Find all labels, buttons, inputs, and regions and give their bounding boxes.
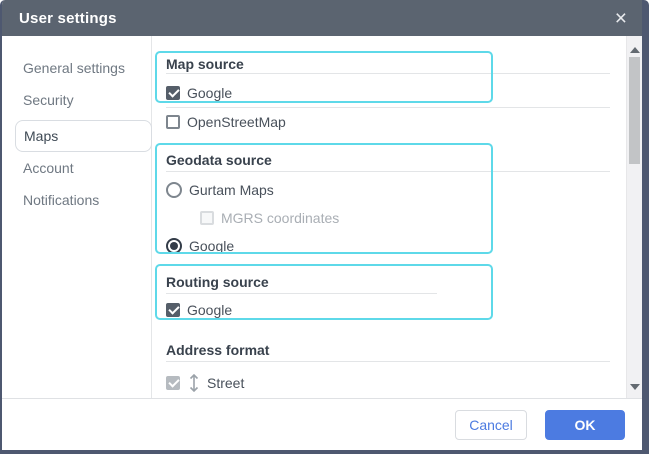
settings-nav: General settings Security Maps Account N… [2, 36, 152, 398]
sidebar-item-account[interactable]: Account [2, 152, 151, 184]
option-google-routing[interactable]: Google [166, 296, 626, 324]
option-label: OpenStreetMap [187, 114, 286, 130]
section-title-map-source: Map source [166, 55, 626, 73]
sidebar-item-notifications[interactable]: Notifications [2, 184, 151, 216]
sidebar-item-label: Maps [24, 128, 58, 144]
checkbox-checked-icon[interactable] [166, 303, 180, 317]
cancel-button[interactable]: Cancel [455, 410, 527, 440]
option-google-geodata[interactable]: Google [166, 232, 626, 260]
option-label: MGRS coordinates [221, 210, 339, 226]
checkbox-disabled-icon [200, 211, 214, 225]
section-title-address-format: Address format [166, 341, 626, 359]
sidebar-item-label: Account [23, 160, 74, 176]
checkbox-disabled-checked-icon [166, 376, 180, 390]
dialog-titlebar: User settings × [2, 0, 642, 36]
address-format-item-street[interactable]: Street [166, 369, 626, 397]
section-title-routing-source: Routing source [166, 273, 626, 291]
dialog-title: User settings [19, 10, 117, 27]
option-gurtam-maps[interactable]: Gurtam Maps [166, 176, 626, 204]
option-label: Google [187, 85, 232, 101]
sidebar-item-general-settings[interactable]: General settings [2, 52, 151, 84]
radio-unselected-icon[interactable] [166, 182, 182, 198]
dialog-footer: Cancel OK [2, 398, 642, 450]
user-settings-dialog: User settings × General settings Securit… [0, 0, 649, 454]
option-google-map-source[interactable]: Google [166, 79, 626, 107]
scrollbar-thumb[interactable] [629, 57, 640, 164]
sidebar-item-label: Security [23, 92, 74, 108]
scrollbar-down-icon[interactable] [630, 384, 640, 390]
sidebar-item-maps[interactable]: Maps [15, 120, 152, 152]
divider [166, 171, 610, 172]
sidebar-item-security[interactable]: Security [2, 84, 151, 116]
dialog-body: General settings Security Maps Account N… [2, 36, 642, 398]
checkbox-checked-icon[interactable] [166, 86, 180, 100]
option-openstreetmap[interactable]: OpenStreetMap [166, 108, 626, 136]
section-title-geodata-source: Geodata source [166, 151, 626, 169]
divider [166, 361, 610, 362]
option-label: Google [187, 302, 232, 318]
divider [166, 73, 610, 74]
option-label: Google [189, 238, 234, 254]
maps-settings-panel: Map source Google OpenStreetMap Geodata … [152, 36, 626, 398]
scrollbar[interactable] [626, 36, 642, 398]
option-label: Street [207, 375, 244, 391]
divider [166, 293, 437, 294]
radio-selected-icon[interactable] [166, 238, 182, 254]
sidebar-item-label: General settings [23, 60, 125, 76]
drag-vertical-icon[interactable] [189, 374, 199, 392]
ok-button[interactable]: OK [545, 410, 625, 440]
close-icon[interactable]: × [615, 8, 627, 29]
scrollbar-up-icon[interactable] [630, 47, 640, 53]
checkbox-unchecked-icon[interactable] [166, 115, 180, 129]
sidebar-item-label: Notifications [23, 192, 99, 208]
option-label: Gurtam Maps [189, 182, 274, 198]
option-mgrs-coordinates: MGRS coordinates [166, 204, 626, 232]
